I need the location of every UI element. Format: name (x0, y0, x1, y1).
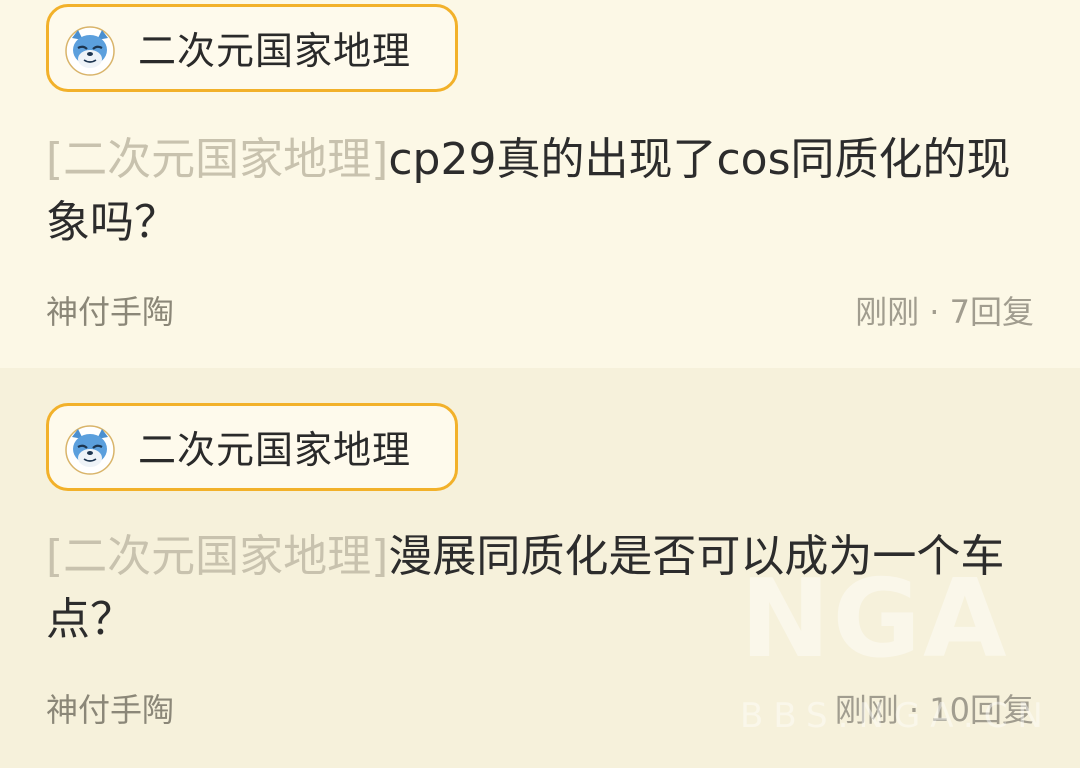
post-title-tag: [二次元国家地理] (46, 531, 389, 582)
post-item[interactable]: 二次元国家地理 [二次元国家地理]cp29真的出现了cos同质化的现象吗？ 神付… (0, 0, 1080, 368)
reply-count: 10回复 (929, 691, 1034, 729)
forum-chip[interactable]: 二次元国家地理 (46, 403, 458, 491)
cat-face-icon (65, 26, 115, 76)
post-meta: 刚刚 · 7回复 (855, 292, 1034, 332)
reply-count: 7回复 (949, 293, 1034, 331)
forum-name: 二次元国家地理 (138, 29, 412, 73)
post-item[interactable]: 二次元国家地理 [二次元国家地理]漫展同质化是否可以成为一个车点？ 神付手陶 刚… (0, 368, 1080, 768)
meta-separator: · (919, 293, 950, 331)
post-title-tag: [二次元国家地理] (46, 134, 389, 185)
meta-separator: · (898, 691, 930, 729)
post-author[interactable]: 神付手陶 (46, 690, 174, 730)
post-time: 刚刚 (834, 691, 899, 729)
forum-name: 二次元国家地理 (138, 428, 412, 472)
post-author[interactable]: 神付手陶 (46, 292, 174, 332)
post-meta: 刚刚 · 10回复 (835, 690, 1034, 730)
post-title[interactable]: [二次元国家地理]漫展同质化是否可以成为一个车点？ (46, 525, 1036, 651)
post-title[interactable]: [二次元国家地理]cp29真的出现了cos同质化的现象吗？ (46, 128, 1036, 254)
post-feed: 二次元国家地理 [二次元国家地理]cp29真的出现了cos同质化的现象吗？ 神付… (0, 0, 1080, 768)
cat-face-icon (65, 425, 115, 475)
post-time: 刚刚 (855, 293, 920, 331)
forum-chip[interactable]: 二次元国家地理 (46, 4, 458, 92)
